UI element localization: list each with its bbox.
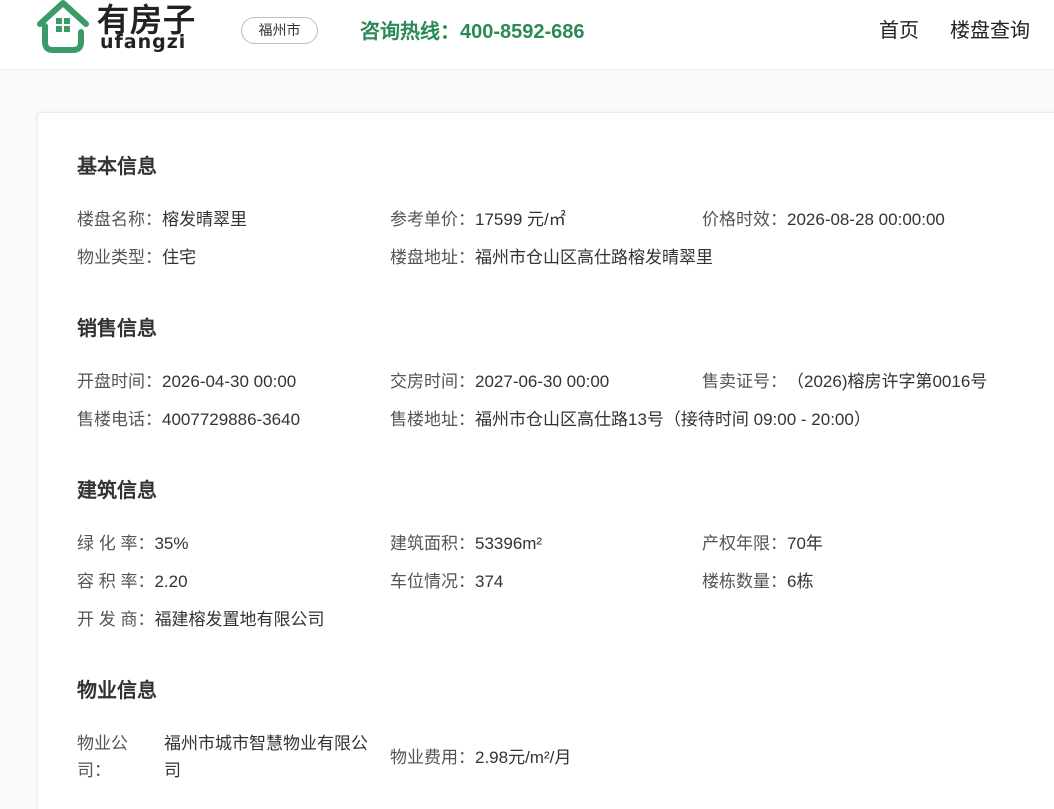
main-nav: 首页 楼盘查询 xyxy=(848,17,1030,45)
info-item-project-address: 楼盘地址： 福州市仓山区高仕路榕发晴翠里 xyxy=(390,244,1014,271)
info-label: 开 发 商： xyxy=(77,610,155,629)
info-value: 17599 元/㎡ xyxy=(475,210,566,229)
info-value: 4007729886-3640 xyxy=(162,410,301,429)
hotline-number: 400-8592-686 xyxy=(460,21,585,43)
info-value: 住宅 xyxy=(162,248,196,267)
nav-item-home[interactable]: 首页 xyxy=(879,17,919,45)
info-item-green-ratio: 绿 化 率： 35% xyxy=(77,530,390,557)
nav-item-property-search[interactable]: 楼盘查询 xyxy=(950,17,1030,45)
info-value: 53396m² xyxy=(475,534,543,553)
info-item-project-name: 楼盘名称： 榕发晴翠里 xyxy=(77,206,390,233)
info-value: 福州市仓山区高仕路榕发晴翠里 xyxy=(475,248,713,267)
info-label: 产权年限： xyxy=(702,534,787,553)
info-label: 开盘时间： xyxy=(77,372,162,391)
info-value: 2.20 xyxy=(154,572,188,591)
info-value: 2.98元/m²/月 xyxy=(475,747,572,767)
info-item-management-company: 物业公司： 福州市城市智慧物业有限公司 xyxy=(77,730,390,784)
info-value: 2026-04-30 00:00 xyxy=(162,372,297,391)
info-value: 福建榕发置地有限公司 xyxy=(154,610,325,629)
info-grid: 绿 化 率： 35% 建筑面积： 53396m² 产权年限： 70年 容 积 率… xyxy=(77,530,1054,633)
house-logo-icon xyxy=(37,0,89,53)
info-label: 楼栋数量： xyxy=(702,572,787,591)
section-title: 建筑信息 xyxy=(77,480,157,502)
info-label: 绿 化 率： xyxy=(77,534,155,553)
info-item-delivery-time: 交房时间： 2027-06-30 00:00 xyxy=(390,368,702,395)
info-value: 2026-08-28 00:00:00 xyxy=(787,210,945,229)
info-value: （2026)榕房许字第0016号 xyxy=(787,372,988,391)
section-title: 基本信息 xyxy=(77,156,157,178)
info-item-management-fee: 物业费用： 2.98元/m²/月 xyxy=(390,744,702,771)
info-item-sales-license: 售卖证号： （2026)榕房许字第0016号 xyxy=(702,368,1014,395)
info-label: 交房时间： xyxy=(390,372,475,391)
section-title: 物业信息 xyxy=(77,680,157,702)
info-item-parking: 车位情况： 374 xyxy=(390,568,702,595)
info-label: 售楼地址： xyxy=(390,410,475,429)
info-value: 榕发晴翠里 xyxy=(162,210,247,229)
info-item-sales-phone: 售楼电话： 4007729886-3640 xyxy=(77,406,390,433)
info-item-building-area: 建筑面积： 53396m² xyxy=(390,530,702,557)
info-label: 物业费用： xyxy=(390,747,475,767)
section-title: 销售信息 xyxy=(77,318,157,340)
info-item-price-validity: 价格时效： 2026-08-28 00:00:00 xyxy=(702,206,1014,233)
info-label: 售楼电话： xyxy=(77,410,162,429)
info-label: 售卖证号： xyxy=(702,372,787,391)
site-header: 有房子 ufangzi 福州市 咨询热线：400-8592-686 首页 楼盘查… xyxy=(0,0,1054,70)
info-label: 楼盘地址： xyxy=(390,248,475,267)
info-label: 参考单价： xyxy=(390,210,475,229)
info-label: 容 积 率： xyxy=(77,572,155,591)
hotline-label: 咨询热线： xyxy=(360,21,460,43)
info-label: 楼盘名称： xyxy=(77,210,162,229)
city-selector-button[interactable]: 福州市 xyxy=(241,17,318,44)
info-item-building-count: 楼栋数量： 6栋 xyxy=(702,568,1014,595)
section-basic-info: 基本信息 楼盘名称： 榕发晴翠里 参考单价： 17599 元/㎡ 价格时效： 2… xyxy=(77,152,1054,271)
property-detail-card: 基本信息 楼盘名称： 榕发晴翠里 参考单价： 17599 元/㎡ 价格时效： 2… xyxy=(37,112,1054,809)
info-value: 福州市城市智慧物业有限公司 xyxy=(164,734,368,780)
info-label: 物业公司： xyxy=(77,734,128,780)
logo-name-en: ufangzi xyxy=(100,31,187,53)
info-label: 价格时效： xyxy=(702,210,787,229)
hotline: 咨询热线：400-8592-686 xyxy=(360,18,585,46)
info-grid: 楼盘名称： 榕发晴翠里 参考单价： 17599 元/㎡ 价格时效： 2026-0… xyxy=(77,206,1054,271)
info-value: 70年 xyxy=(787,534,823,553)
info-grid: 开盘时间： 2026-04-30 00:00 交房时间： 2027-06-30 … xyxy=(77,368,1054,433)
info-item-plot-ratio: 容 积 率： 2.20 xyxy=(77,568,390,595)
info-item-sales-office-address: 售楼地址： 福州市仓山区高仕路13号（接待时间 09:00 - 20:00） xyxy=(390,406,1014,433)
info-value: 2027-06-30 00:00 xyxy=(475,372,610,391)
info-value: 35% xyxy=(154,534,189,553)
section-building-info: 建筑信息 绿 化 率： 35% 建筑面积： 53396m² 产权年限： 70年 … xyxy=(77,476,1054,633)
site-logo[interactable]: 有房子 ufangzi xyxy=(0,0,210,60)
info-item-property-type: 物业类型： 住宅 xyxy=(77,244,390,271)
info-label: 物业类型： xyxy=(77,248,162,267)
info-value: 6栋 xyxy=(787,572,814,591)
info-label: 车位情况： xyxy=(390,572,475,591)
info-value: 374 xyxy=(475,572,504,591)
info-item-developer: 开 发 商： 福建榕发置地有限公司 xyxy=(77,606,390,633)
info-item-reference-price: 参考单价： 17599 元/㎡ xyxy=(390,206,702,233)
section-sales-info: 销售信息 开盘时间： 2026-04-30 00:00 交房时间： 2027-0… xyxy=(77,314,1054,433)
info-value: 福州市仓山区高仕路13号（接待时间 09:00 - 20:00） xyxy=(475,410,871,429)
info-label: 建筑面积： xyxy=(390,534,475,553)
info-item-opening-time: 开盘时间： 2026-04-30 00:00 xyxy=(77,368,390,395)
section-property-management-info: 物业信息 物业公司： 福州市城市智慧物业有限公司 物业费用： 2.98元/m²/… xyxy=(77,676,1054,784)
info-item-property-term: 产权年限： 70年 xyxy=(702,530,1014,557)
info-grid: 物业公司： 福州市城市智慧物业有限公司 物业费用： 2.98元/m²/月 xyxy=(77,730,1054,784)
